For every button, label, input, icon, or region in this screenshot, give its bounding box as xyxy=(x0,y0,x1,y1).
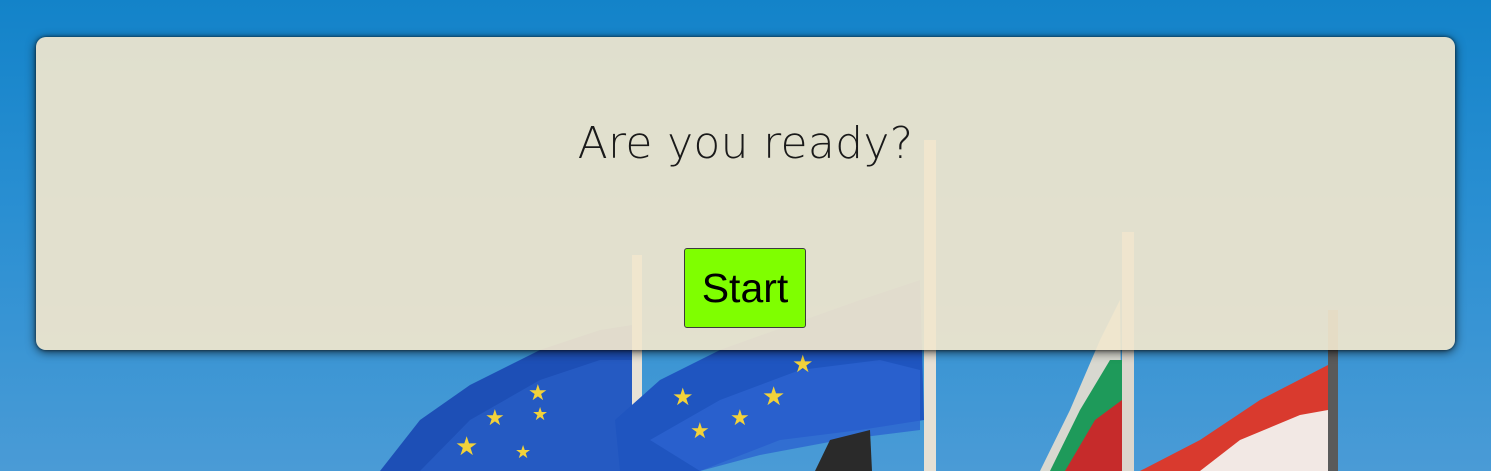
svg-text:★: ★ xyxy=(690,419,710,444)
svg-text:★: ★ xyxy=(455,432,478,462)
svg-text:★: ★ xyxy=(515,442,531,463)
svg-text:★: ★ xyxy=(672,383,694,411)
svg-text:★: ★ xyxy=(762,382,785,412)
svg-text:★: ★ xyxy=(792,350,814,378)
svg-text:★: ★ xyxy=(532,404,548,425)
start-button[interactable]: Start xyxy=(684,248,806,328)
ready-prompt: Are you ready? xyxy=(577,118,914,169)
svg-text:★: ★ xyxy=(730,406,750,431)
svg-text:★: ★ xyxy=(528,381,548,406)
svg-text:★: ★ xyxy=(485,406,505,431)
